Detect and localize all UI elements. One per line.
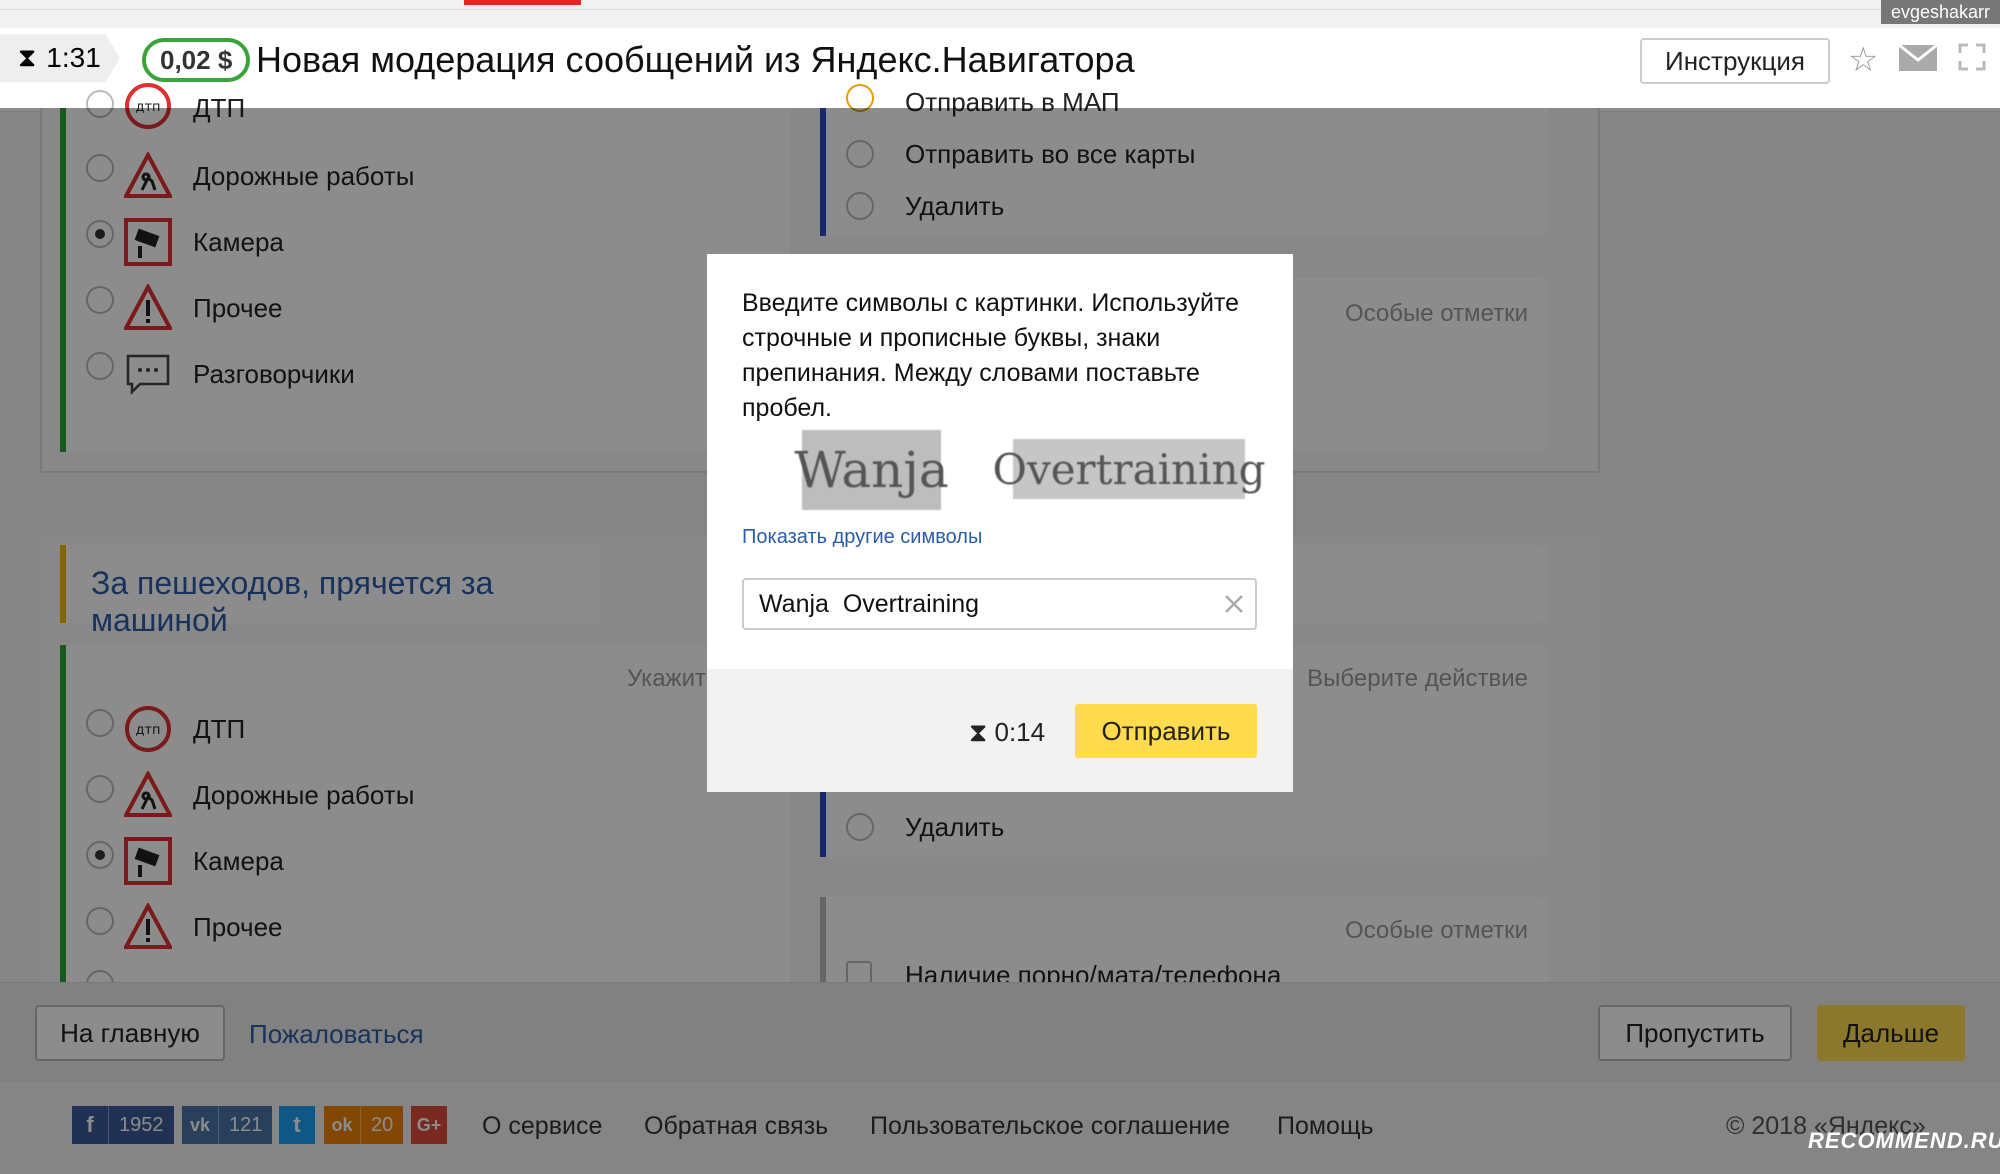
captcha-timer-value: 0:14: [994, 717, 1046, 747]
captcha-dialog: Введите символы с картинки. Используйте …: [707, 254, 1293, 792]
task-timer-value: 1:31: [46, 42, 101, 73]
hourglass-icon: ⧗: [969, 717, 988, 747]
captcha-image-2: Overtraining: [993, 439, 1265, 499]
page-title: Новая модерация сообщений из Яндекс.Нави…: [256, 39, 1135, 80]
submit-button[interactable]: Отправить: [1075, 704, 1257, 758]
hourglass-icon: ⧗: [18, 42, 37, 72]
captcha-dialog-footer: ⧗ 0:14 Отправить: [707, 669, 1293, 792]
watermark: RECOMMEND.RU: [1808, 1128, 2000, 1153]
mail-icon[interactable]: [1898, 42, 1938, 81]
captcha-instructions: Введите символы с картинки. Используйте …: [742, 289, 1240, 422]
clear-icon[interactable]: [1217, 587, 1251, 621]
show-other-symbols-link[interactable]: Показать другие символы: [742, 526, 982, 549]
captcha-image-1: Wanja: [794, 430, 949, 510]
captcha-input[interactable]: [742, 578, 1257, 630]
username-badge: evgeshakarr: [1880, 0, 2000, 24]
task-timer: ⧗ 1:31: [0, 34, 120, 82]
captcha-timer: ⧗ 0:14: [969, 717, 1045, 749]
price-badge: 0,02 $: [142, 38, 251, 82]
fullscreen-icon[interactable]: [1958, 42, 1986, 78]
star-icon[interactable]: ☆: [1848, 42, 1878, 78]
progress-indicator: [464, 0, 581, 5]
top-progress-bar: [0, 0, 2000, 10]
instructions-button[interactable]: Инструкция: [1640, 38, 1830, 84]
